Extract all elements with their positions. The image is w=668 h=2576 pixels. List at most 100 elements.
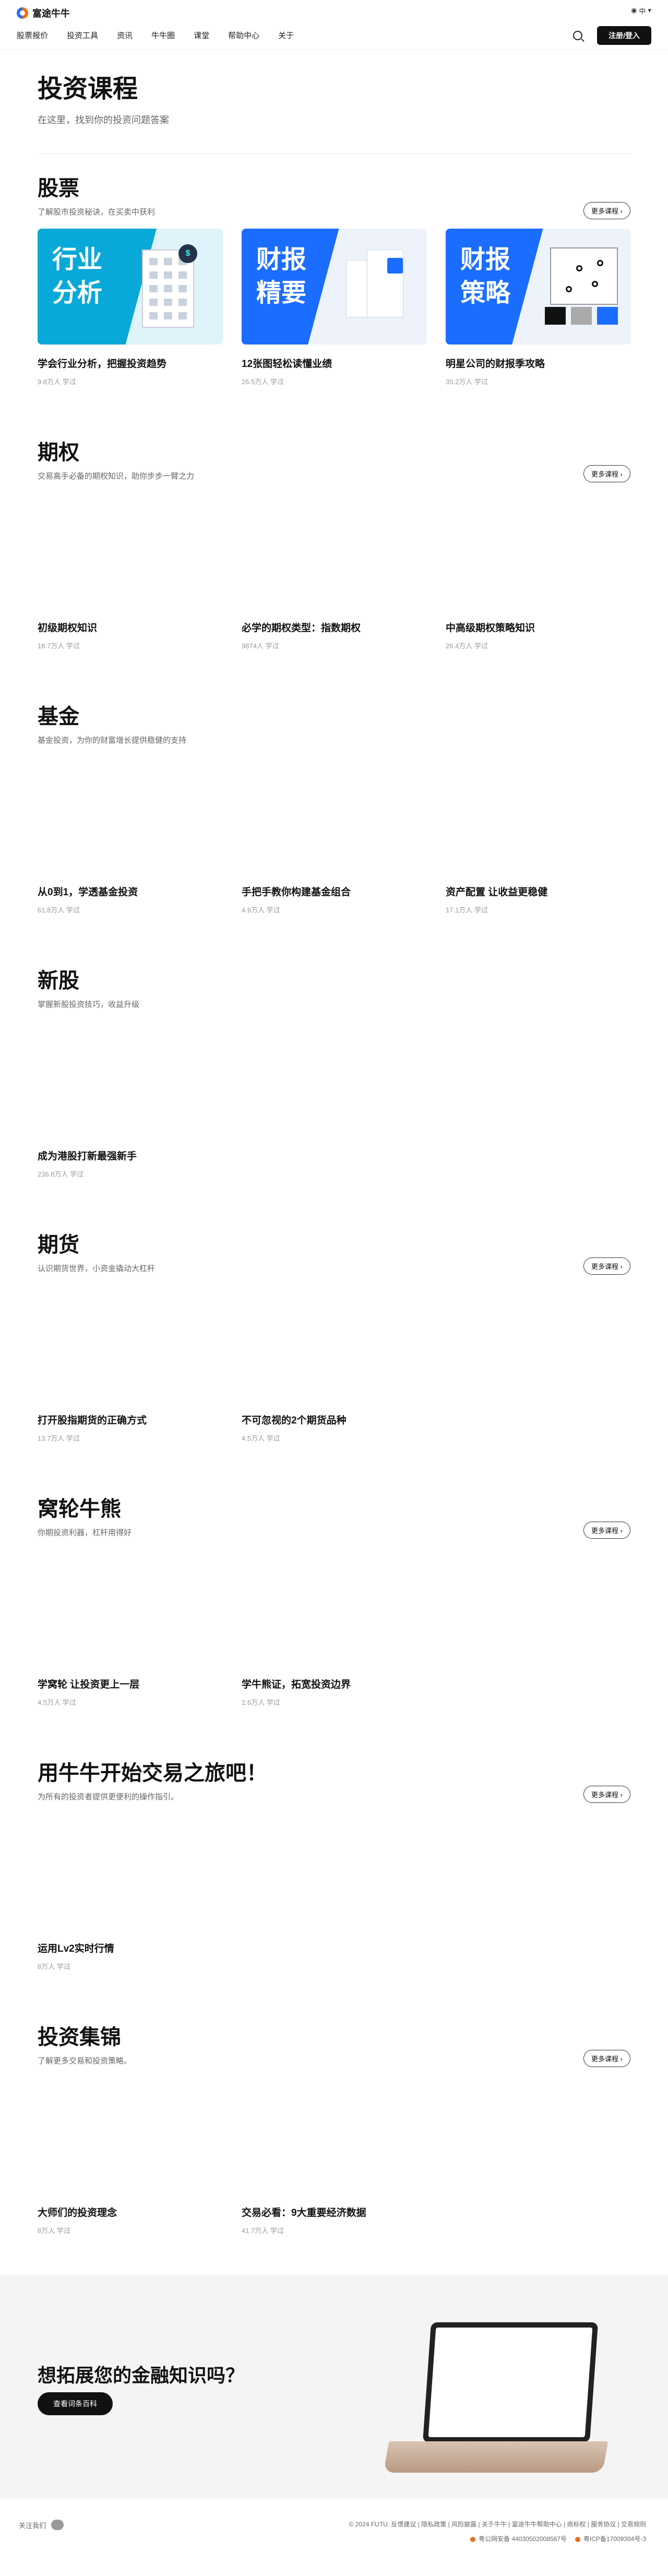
nav-link-news[interactable]: 资讯 (117, 30, 133, 41)
nav-link-about[interactable]: 关于 (278, 30, 294, 41)
icp-registration[interactable]: 粤ICP备17009304号-3 (575, 2534, 646, 2543)
section-title: 股票 (38, 177, 79, 200)
top-bar: ◉ 中 ▾ (0, 0, 668, 21)
course-card[interactable]: 手把手教你构建基金组合 4.9万人 学过 (242, 757, 427, 915)
course-card[interactable]: $ 行业 分析学会行业分析，把握投资趋势 9.8万人 学过 (38, 229, 223, 386)
badge-icon (575, 2536, 580, 2542)
course-learners: 41.7万人 学过 (242, 2227, 284, 2235)
course-card[interactable]: 学窝轮 让投资更上一层 4.5万人 学过 (38, 1549, 223, 1707)
search-icon[interactable] (573, 30, 583, 40)
more-courses-button[interactable]: 更多课程 › (583, 465, 630, 482)
login-button[interactable]: 注册/登入 (597, 26, 651, 45)
course-card[interactable]: 交易必看：9大重要经济数据 41.7万人 学过 (242, 2078, 427, 2235)
course-cards: 从0到1，学透基金投资 61.8万人 学过 手把手教你构建基金组合 4.9万人 学过 资… (38, 757, 630, 915)
section-subtitle: 基金投资，为你的财富增长提供稳健的支持 (38, 736, 187, 745)
wechat-icon[interactable] (51, 2520, 64, 2530)
globe-icon: ◉ (631, 6, 637, 14)
course-thumbnail (242, 493, 427, 609)
more-courses-button[interactable]: 更多课程 › (583, 2050, 630, 2067)
course-card[interactable]: 大师们的投资理念 8万人 学过 (38, 2078, 223, 2235)
course-card[interactable]: 资产配置 让收益更稳健 17.1万人 学过 (446, 757, 631, 915)
more-courses-button[interactable]: 更多课程 › (583, 1257, 630, 1275)
course-learners: 2.6万人 学过 (242, 1699, 280, 1706)
course-cards: 学窝轮 让投资更上一层 4.5万人 学过 学牛熊证，拓宽投资边界 2.6万人 学过 (38, 1549, 630, 1707)
course-title: 初级期权知识 (38, 623, 98, 634)
nav-link-learn[interactable]: 课堂 (194, 30, 209, 41)
course-title: 运用Lv2实时行情 (38, 1943, 114, 1954)
laptop-base (383, 2441, 609, 2473)
course-learners: 4.5万人 学过 (242, 1434, 280, 1442)
encyclopedia-button[interactable]: 查看词条百科 (38, 2392, 113, 2415)
brand-name: 富途牛牛 (32, 8, 70, 19)
course-title: 从0到1，学透基金投资 (38, 887, 138, 898)
course-title: 大师们的投资理念 (38, 2207, 117, 2218)
course-thumbnail: 财报 策略 (446, 229, 631, 345)
course-card[interactable]: 学牛熊证，拓宽投资边界 2.6万人 学过 (242, 1549, 427, 1707)
course-sections: 股票 了解股市投资秘诀，在买卖中获利 更多课程 › $ 行业 分析 学会行业分析，把握投资趋… (38, 154, 631, 2264)
section-subtitle: 掌握新股投资技巧，收益升级 (38, 1000, 140, 1009)
course-learners: 4.9万人 学过 (242, 906, 280, 914)
more-courses-button[interactable]: 更多课程 › (583, 202, 630, 219)
course-card[interactable]: 财报 策略 明星公司的财报季攻略 35.2万人 学过 (446, 229, 631, 386)
section-subtitle: 你期投资利器，杠杆用得好 (38, 1528, 132, 1537)
course-title: 学牛熊证，拓宽投资边界 (242, 1679, 351, 1690)
course-card[interactable]: 必学的期权类型：指数期权 9874人 学过 (242, 493, 427, 650)
section-title: 期货 (38, 1233, 79, 1256)
course-cards: 大师们的投资理念 8万人 学过 交易必看：9大重要经济数据 41.7万人 学过 (38, 2078, 630, 2235)
course-card[interactable]: 不可忽视的2个期货品种 4.5万人 学过 (242, 1285, 427, 1443)
course-thumbnail (242, 1285, 427, 1401)
police-registration[interactable]: 粤公网安备 44030502008587号 (470, 2534, 567, 2543)
course-learners: 17.1万人 学过 (446, 906, 488, 914)
section-title: 新股 (38, 969, 79, 992)
course-title: 学会行业分析，把握投资趋势 (38, 359, 167, 370)
course-thumbnail: $ 行业 分析 (38, 229, 223, 345)
course-learners: 35.2万人 学过 (446, 378, 488, 386)
section-subtitle: 了解更多交易和投资策略。 (38, 2057, 132, 2065)
course-cards: 初级期权知识 18.7万人 学过 必学的期权类型：指数期权 9874人 学过 中高级期权… (38, 493, 630, 650)
course-title: 必学的期权类型：指数期权 (242, 623, 361, 634)
thumbnail-text: 行业 分析 (52, 246, 103, 307)
course-card[interactable]: 打开股指期货的正确方式 13.7万人 学过 (38, 1285, 223, 1443)
course-thumbnail (38, 757, 223, 873)
section-title: 窝轮牛熊 (38, 1498, 121, 1521)
nav-link-tools[interactable]: 投资工具 (67, 30, 98, 41)
main-nav: 股票报价 投资工具 资讯 牛牛圈 课堂 帮助中心 关于 注册/登入 (0, 21, 668, 50)
brand-logo[interactable]: 富途牛牛 (17, 6, 70, 20)
more-courses-button[interactable]: 更多课程 › (583, 1786, 630, 1803)
course-card[interactable]: 从0到1，学透基金投资 61.8万人 学过 (38, 757, 223, 915)
course-thumbnail (446, 493, 631, 609)
section-title: 用牛牛开始交易之旅吧！ (38, 1762, 267, 1785)
course-card[interactable]: 中高级期权策略知识 26.4万人 学过 (446, 493, 631, 650)
course-card[interactable]: 财报 精要 12张图轻松读懂业绩 26.5万人 学过 (242, 229, 427, 386)
course-title: 成为港股打新最强新手 (38, 1151, 137, 1162)
section-subtitle: 认识期货世界，小资金撬动大杠杆 (38, 1264, 156, 1273)
nav-link-help[interactable]: 帮助中心 (228, 30, 259, 41)
course-title: 12张图轻松读懂业绩 (242, 359, 332, 370)
course-thumbnail (38, 1549, 223, 1665)
course-card[interactable]: 运用Lv2实时行情 8万人 学过 (38, 1813, 223, 1971)
course-thumbnail (38, 493, 223, 609)
course-learners: 9.8万人 学过 (38, 378, 76, 386)
more-courses-button[interactable]: 更多课程 › (583, 1522, 630, 1539)
nav-link-community[interactable]: 牛牛圈 (151, 30, 175, 41)
course-cards: $ 行业 分析学会行业分析，把握投资趋势 9.8万人 学过 财报 精要 12张图轻松读懂业绩… (38, 229, 631, 386)
course-section: 股票 了解股市投资秘诀，在买卖中获利 更多课程 › $ 行业 分析 学会行业分析，把握投资趋… (38, 154, 631, 415)
course-thumbnail (242, 1549, 427, 1665)
course-card[interactable]: 成为港股打新最强新手 236.8万人 学过 (38, 1021, 223, 1179)
course-learners: 236.8万人 学过 (38, 1170, 84, 1178)
footer-follow: 关注我们 (19, 2520, 64, 2530)
thumbnail-text: 财报 策略 (460, 246, 511, 307)
course-learners: 26.4万人 学过 (446, 642, 488, 650)
language-label: 中 (639, 7, 646, 15)
footer-links[interactable]: © 2024 FUTU. 反馈建议 | 隐私政策 | 风险披露 | 关于牛牛 |… (349, 2520, 646, 2528)
section-subtitle: 交易高手必备的期权知识，助你步步一臂之力 (38, 472, 195, 481)
page-title: 投资课程 (38, 75, 138, 103)
course-title: 资产配置 让收益更稳健 (446, 887, 548, 898)
nav-link-quotes[interactable]: 股票报价 (17, 30, 48, 41)
language-switch[interactable]: ◉ 中 ▾ (631, 6, 651, 16)
follow-label: 关注我们 (19, 2521, 46, 2530)
footer: 关注我们 © 2024 FUTU. 反馈建议 | 隐私政策 | 风险披露 | 关… (0, 2499, 668, 2576)
course-thumbnail (38, 1813, 223, 1929)
course-card[interactable]: 初级期权知识 18.7万人 学过 (38, 493, 223, 650)
course-thumbnail (38, 2078, 223, 2193)
